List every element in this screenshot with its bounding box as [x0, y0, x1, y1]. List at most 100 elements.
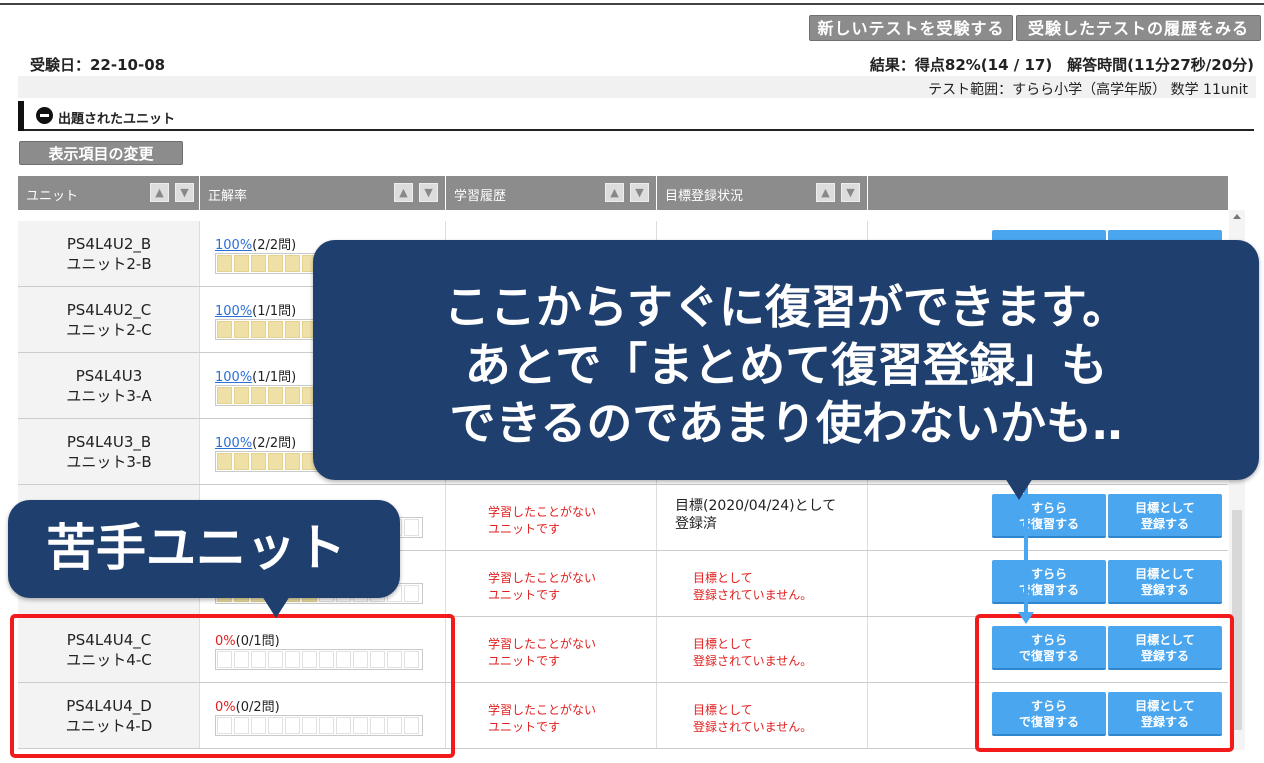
rate-count: (2/2問): [252, 436, 297, 451]
unit-code: PS4L4U3: [75, 367, 143, 385]
progress-block: [285, 255, 300, 272]
progress-block: [268, 321, 283, 338]
progress-block: [234, 321, 249, 338]
history-cell: 学習したことがない ユニットです: [446, 485, 657, 550]
unit-label: ユニット2-B: [66, 255, 152, 273]
review-button[interactable]: すらら で復習する: [992, 560, 1106, 604]
unit-label: ユニット2-C: [66, 321, 152, 339]
register-goal-button[interactable]: 目標として 登録する: [1108, 560, 1222, 604]
col-unit: ユニット ▲ ▼: [18, 176, 200, 210]
exam-date: 受験日：22-10-08: [30, 56, 166, 74]
sort-asc-icon[interactable]: ▲: [394, 183, 413, 202]
goal-cell: 目標として 登録されていません。: [657, 617, 868, 682]
rate-count: (1/1問): [252, 304, 297, 319]
sort-desc-icon[interactable]: ▼: [630, 183, 649, 202]
goal-status-text: 目標として 登録されていません。: [693, 637, 813, 668]
unit-label: ユニット3-A: [66, 387, 152, 405]
display-settings-button[interactable]: 表示項目の変更: [19, 141, 183, 165]
weak-units-highlight: [10, 614, 455, 758]
col-rate: 正解率 ▲ ▼: [200, 176, 446, 210]
rate-count: (2/2問): [252, 238, 297, 253]
progress-block: [404, 585, 419, 602]
rate-percent-link[interactable]: 100%: [215, 238, 252, 253]
review-button[interactable]: すらら で復習する: [992, 494, 1106, 538]
register-goal-button[interactable]: 目標として 登録する: [1108, 494, 1222, 538]
review-callout-tail: [1005, 478, 1033, 500]
review-callout: ここからすぐに復習ができます。 あとで「まとめて復習登録」も できるのであまり使わな…: [313, 240, 1259, 480]
progress-block: [285, 387, 300, 404]
action-cell: すらら で復習する 目標として 登録する: [868, 551, 1228, 616]
unit-name: PS4L4U3_B ユニット3-B: [18, 432, 200, 472]
progress-block: [251, 387, 266, 404]
progress-block: [268, 453, 283, 470]
progress-block: [234, 255, 249, 272]
goal-status-text: 目標(2020/04/24)として 登録済: [675, 498, 837, 532]
goal-status-text: 目標として 登録されていません。: [693, 571, 813, 602]
test-history-button[interactable]: 受験したテストの履歴をみる: [1016, 15, 1261, 41]
sort-desc-icon[interactable]: ▼: [175, 183, 194, 202]
sort-asc-icon[interactable]: ▲: [605, 183, 624, 202]
col-rate-label: 正解率: [208, 189, 248, 204]
rate-text: 100%(2/2問): [215, 234, 296, 253]
collapse-minus-icon[interactable]: [36, 107, 53, 124]
unit-code: PS4L4U2_B: [66, 235, 152, 253]
result-summary: 結果：得点82%(14 / 17) 解答時間(11分27秒/20分): [869, 56, 1254, 74]
unit-name: PS4L4U3 ユニット3-A: [18, 366, 200, 406]
unit-cell: PS4L4U3 ユニット3-A: [18, 353, 200, 418]
col-goal: 目標登録状況 ▲ ▼: [657, 176, 868, 210]
test-range-bar: テスト範囲：すらら小学（高学年版） 数学 11unit: [18, 76, 1256, 98]
sort-asc-icon[interactable]: ▲: [816, 183, 835, 202]
unit-code: PS4L4U3_B: [66, 433, 152, 451]
section-title: 出題されたユニット: [58, 112, 176, 127]
sort-desc-icon[interactable]: ▼: [419, 183, 438, 202]
rate-count: (1/1問): [252, 370, 297, 385]
unit-label: ユニット3-B: [66, 453, 152, 471]
rate-percent-link[interactable]: 100%: [215, 436, 252, 451]
progress-block: [268, 387, 283, 404]
rate-percent-link[interactable]: 100%: [215, 370, 252, 385]
history-cell: 学習したことがない ユニットです: [446, 551, 657, 616]
unit-cell: PS4L4U2_C ユニット2-C: [18, 287, 200, 352]
table-header: ユニット ▲ ▼ 正解率 ▲ ▼ 学習履歴 ▲ ▼ 目標登録状況 ▲ ▼: [18, 176, 1228, 210]
review-callout-text: ここからすぐに復習ができます。 あとで「まとめて復習登録」も できるのであまり使わな…: [443, 280, 1129, 450]
progress-block: [217, 453, 232, 470]
progress-block: [268, 255, 283, 272]
progress-block: [285, 321, 300, 338]
rate-text: 100%(1/1問): [215, 300, 296, 319]
rate-percent-link[interactable]: 100%: [215, 304, 252, 319]
weak-unit-callout-tail: [262, 596, 290, 618]
section-marker: [18, 101, 24, 131]
progress-block: [217, 321, 232, 338]
new-test-button[interactable]: 新しいテストを受験する: [809, 15, 1013, 41]
history-text: 学習したことがない ユニットです: [488, 571, 597, 602]
weak-unit-callout: 苦手ユニット: [8, 500, 400, 598]
progress-block: [217, 387, 232, 404]
rate-text: 100%(2/2問): [215, 432, 296, 451]
col-goal-label: 目標登録状況: [665, 189, 744, 204]
history-text: 学習したことがない ユニットです: [488, 703, 597, 734]
history-cell: 学習したことがない ユニットです: [446, 617, 657, 682]
weak-unit-callout-text: 苦手ユニット: [46, 519, 346, 577]
top-divider: [0, 3, 1264, 5]
pointer-arrow: [1018, 480, 1034, 624]
action-cell: すらら で復習する 目標として 登録する: [868, 485, 1228, 550]
goal-status-text: 目標として 登録されていません。: [693, 703, 813, 734]
section-header: 出題されたユニット: [18, 101, 1254, 131]
col-unit-label: ユニット: [26, 189, 79, 204]
review-buttons-highlight: [975, 614, 1234, 752]
history-cell: 学習したことがない ユニットです: [446, 683, 657, 748]
scroll-up-icon[interactable]: [1233, 214, 1241, 219]
unit-cell: PS4L4U2_B ユニット2-B: [18, 221, 200, 286]
sort-asc-icon[interactable]: ▲: [150, 183, 169, 202]
rate-text: 100%(1/1問): [215, 366, 296, 385]
unit-name: PS4L4U2_C ユニット2-C: [18, 300, 200, 340]
goal-cell: 目標(2020/04/24)として 登録済: [657, 485, 868, 550]
goal-cell: 目標として 登録されていません。: [657, 551, 868, 616]
progress-block: [404, 519, 419, 536]
progress-block: [285, 453, 300, 470]
unit-cell: PS4L4U3_B ユニット3-B: [18, 419, 200, 484]
sort-desc-icon[interactable]: ▼: [841, 183, 860, 202]
unit-code: PS4L4U2_C: [66, 301, 152, 319]
progress-block: [234, 453, 249, 470]
history-text: 学習したことがない ユニットです: [488, 505, 597, 536]
